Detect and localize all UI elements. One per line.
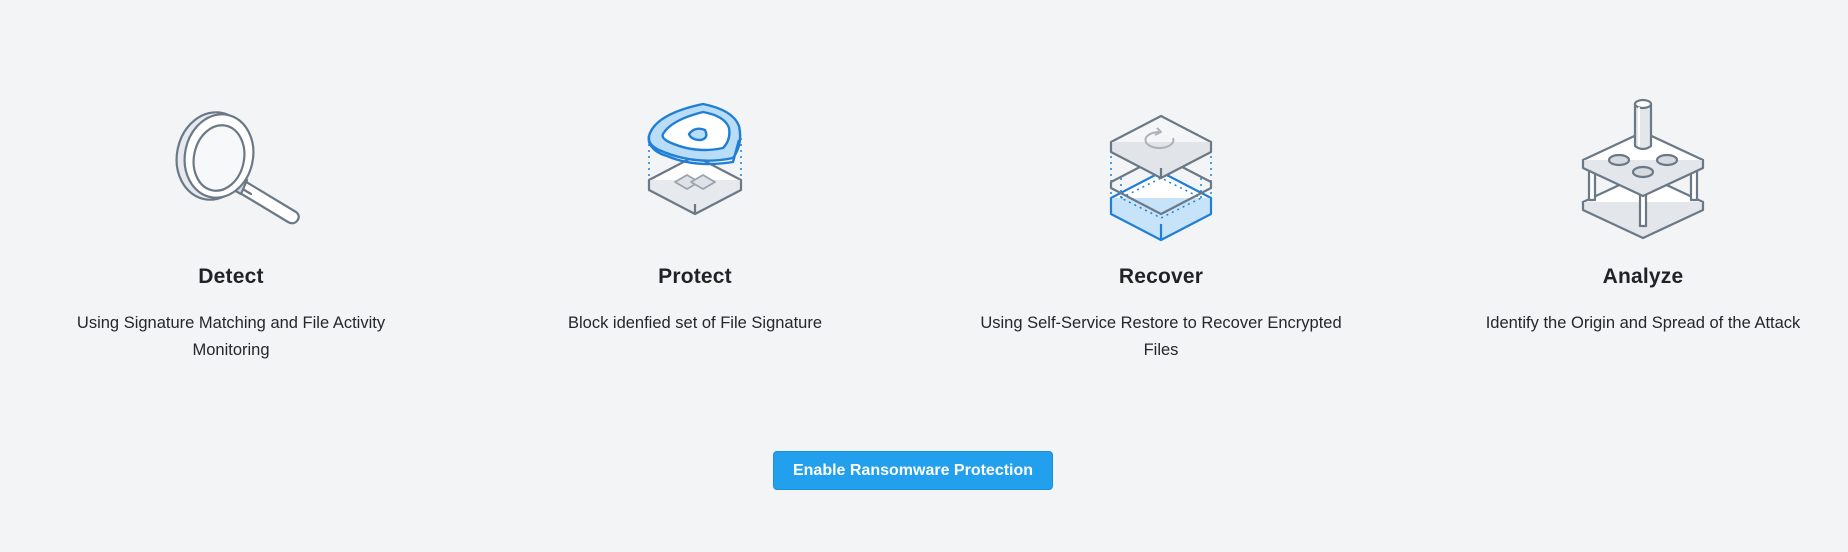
- restore-stack-icon: [1081, 98, 1241, 248]
- feature-title: Recover: [1118, 265, 1204, 288]
- feature-title: Protect: [658, 265, 732, 288]
- feature-title: Analyze: [1602, 265, 1684, 288]
- feature-title: Detect: [198, 265, 264, 288]
- feature-protect: Protect Block idenfied set of File Signa…: [485, 90, 905, 370]
- enable-ransomware-protection-button[interactable]: Enable Ransomware Protection: [773, 451, 1053, 490]
- magnifying-glass-icon: [151, 100, 311, 240]
- feature-description: Block idenfied set of File Signature: [567, 314, 823, 332]
- feature-description: Identify the Origin and Spread of the At…: [1485, 314, 1801, 332]
- feature-description: Using Signature Matching and File Activi…: [76, 314, 386, 359]
- feature-detect: Detect Using Signature Matching and File…: [21, 90, 441, 370]
- analysis-press-icon: [1563, 94, 1723, 244]
- features-section: Detect Using Signature Matching and File…: [0, 0, 1848, 380]
- shield-icon: [615, 100, 775, 240]
- feature-analyze: Analyze Identify the Origin and Spread o…: [1433, 90, 1848, 370]
- feature-recover: Recover Using Self-Service Restore to Re…: [951, 90, 1371, 370]
- feature-description: Using Self-Service Restore to Recover En…: [980, 314, 1342, 359]
